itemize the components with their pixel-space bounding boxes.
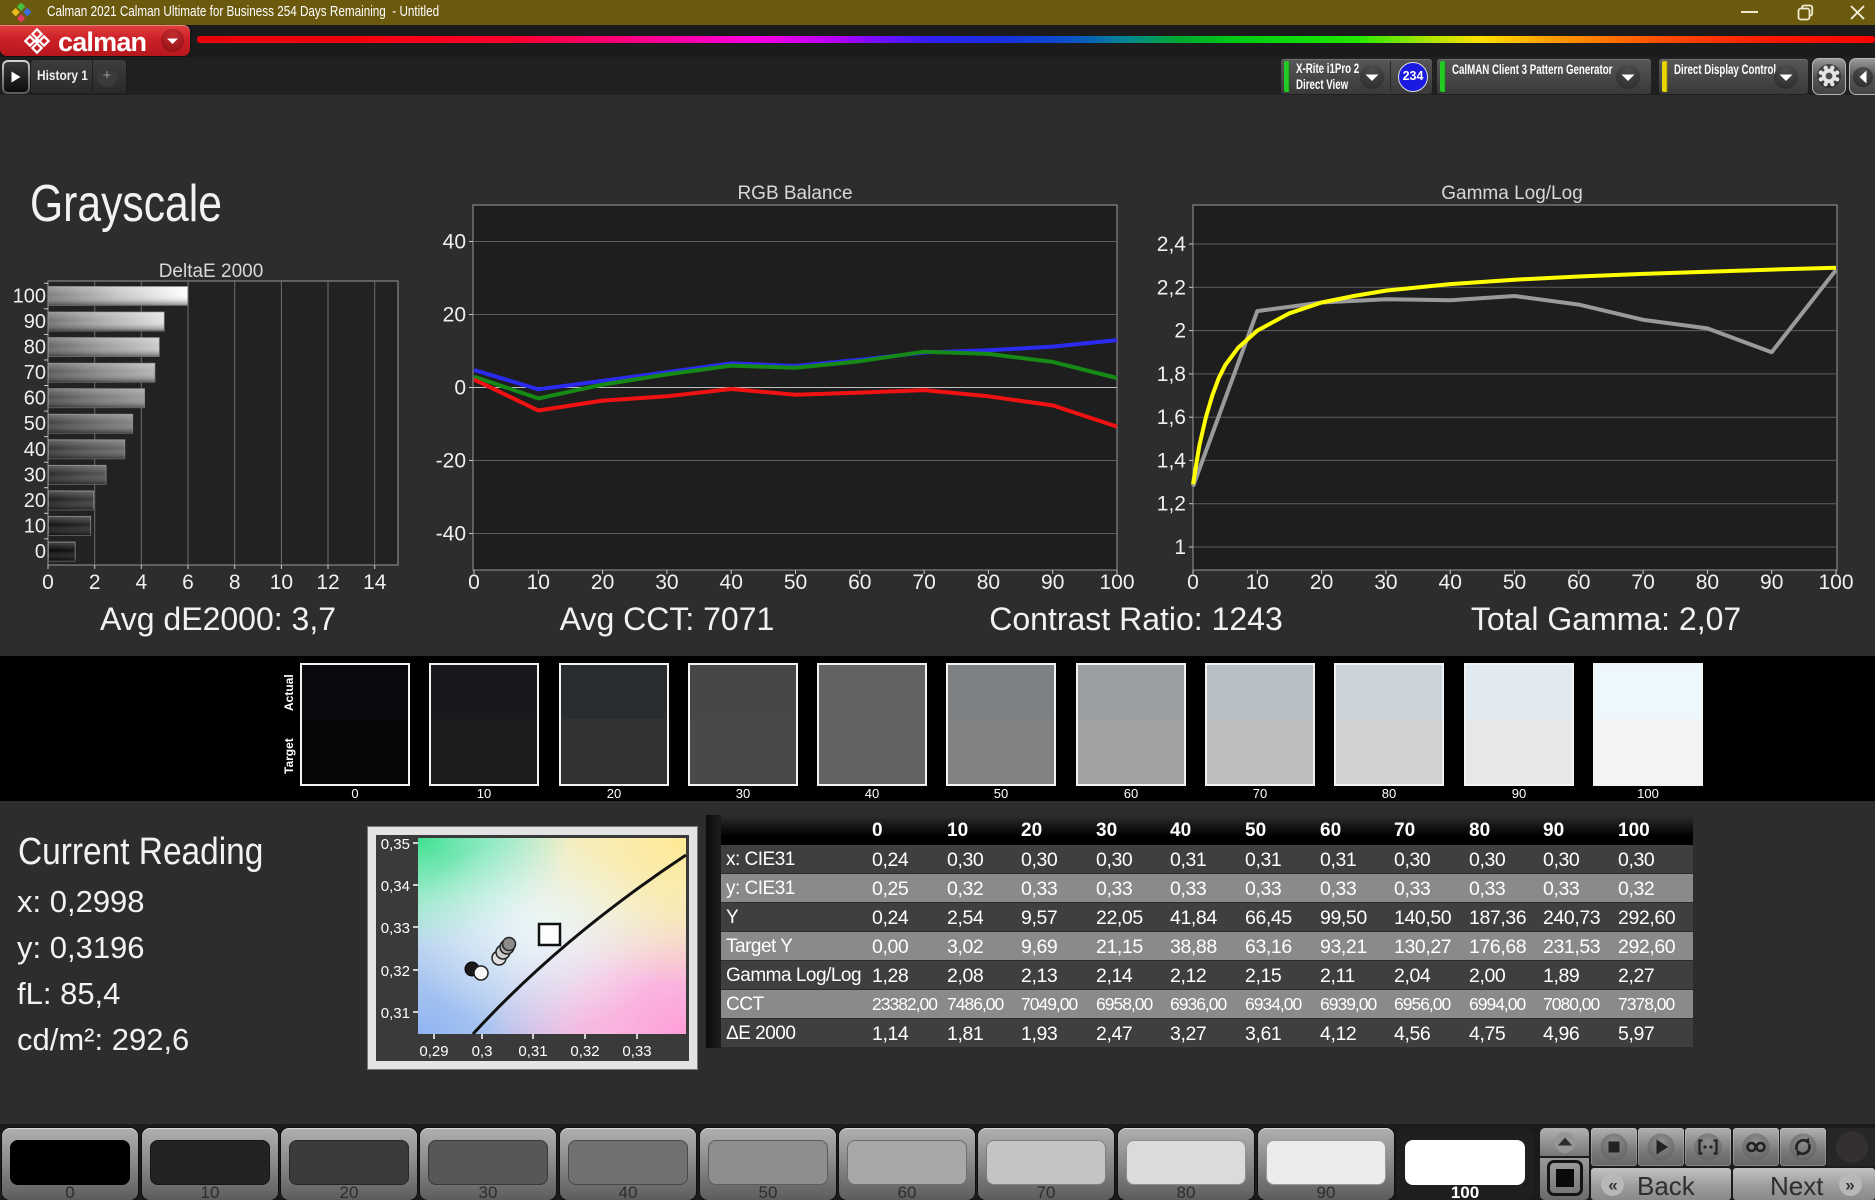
svg-text:DeltaE 2000: DeltaE 2000 (159, 261, 264, 282)
svg-text:0: 0 (454, 377, 466, 400)
svg-text:-40: -40 (436, 523, 466, 546)
svg-text:0,32: 0,32 (381, 963, 410, 980)
svg-text:2: 2 (89, 571, 101, 594)
svg-text:40: 40 (720, 571, 743, 594)
svg-text:60: 60 (1567, 571, 1590, 594)
svg-text:100: 100 (13, 286, 46, 308)
svg-text:20: 20 (1310, 571, 1333, 594)
svg-text:1,8: 1,8 (1157, 363, 1186, 386)
svg-text:4: 4 (135, 571, 147, 594)
svg-text:12: 12 (316, 571, 339, 594)
svg-text:0,34: 0,34 (381, 878, 410, 895)
svg-text:30: 30 (24, 464, 46, 486)
svg-text:0,3: 0,3 (472, 1043, 493, 1060)
svg-text:0,35: 0,35 (381, 836, 410, 853)
svg-text:90: 90 (24, 311, 46, 333)
svg-text:1,2: 1,2 (1157, 493, 1186, 516)
svg-text:2: 2 (1174, 320, 1186, 343)
svg-text:70: 70 (24, 362, 46, 384)
svg-text:70: 70 (912, 571, 935, 594)
svg-text:0,31: 0,31 (381, 1005, 410, 1022)
svg-text:50: 50 (24, 413, 46, 435)
svg-text:80: 80 (24, 337, 46, 359)
svg-text:Gamma Log/Log: Gamma Log/Log (1441, 183, 1583, 204)
svg-text:80: 80 (977, 571, 1000, 594)
svg-text:0,33: 0,33 (622, 1043, 651, 1060)
svg-text:1,4: 1,4 (1157, 449, 1187, 472)
svg-text:0: 0 (42, 571, 54, 594)
svg-text:90: 90 (1041, 571, 1064, 594)
svg-text:30: 30 (655, 571, 678, 594)
svg-text:0: 0 (35, 541, 46, 563)
svg-text:8: 8 (229, 571, 241, 594)
svg-text:0,33: 0,33 (381, 920, 410, 937)
svg-text:0,31: 0,31 (518, 1043, 547, 1060)
svg-text:20: 20 (24, 490, 46, 512)
svg-text:-20: -20 (436, 450, 466, 473)
svg-text:60: 60 (24, 388, 46, 410)
svg-text:0,32: 0,32 (570, 1043, 599, 1060)
svg-text:»: » (1845, 1176, 1854, 1195)
svg-text:10: 10 (24, 516, 46, 538)
svg-text:40: 40 (24, 439, 46, 461)
svg-text:10: 10 (270, 571, 293, 594)
svg-text:14: 14 (363, 571, 387, 594)
svg-text:10: 10 (1246, 571, 1269, 594)
svg-text:80: 80 (1696, 571, 1719, 594)
svg-text:60: 60 (848, 571, 871, 594)
svg-text:0: 0 (1187, 571, 1199, 594)
svg-text:2,2: 2,2 (1157, 276, 1186, 299)
svg-text:20: 20 (591, 571, 614, 594)
svg-text:50: 50 (1503, 571, 1526, 594)
svg-text:10: 10 (527, 571, 550, 594)
svg-text:RGB Balance: RGB Balance (737, 183, 852, 204)
svg-text:0: 0 (468, 571, 480, 594)
svg-text:2,4: 2,4 (1157, 233, 1187, 256)
svg-text:0,29: 0,29 (419, 1043, 448, 1060)
svg-text:70: 70 (1631, 571, 1654, 594)
svg-text:100: 100 (1818, 571, 1853, 594)
svg-text:1,6: 1,6 (1157, 406, 1186, 429)
svg-text:30: 30 (1374, 571, 1397, 594)
svg-text:6: 6 (182, 571, 194, 594)
svg-text:90: 90 (1760, 571, 1783, 594)
svg-text:50: 50 (784, 571, 807, 594)
svg-text:1: 1 (1174, 536, 1186, 559)
svg-text:40: 40 (443, 231, 466, 254)
svg-text:20: 20 (443, 304, 466, 327)
svg-text:100: 100 (1099, 571, 1134, 594)
svg-text:40: 40 (1439, 571, 1462, 594)
svg-text:«: « (1608, 1176, 1617, 1195)
